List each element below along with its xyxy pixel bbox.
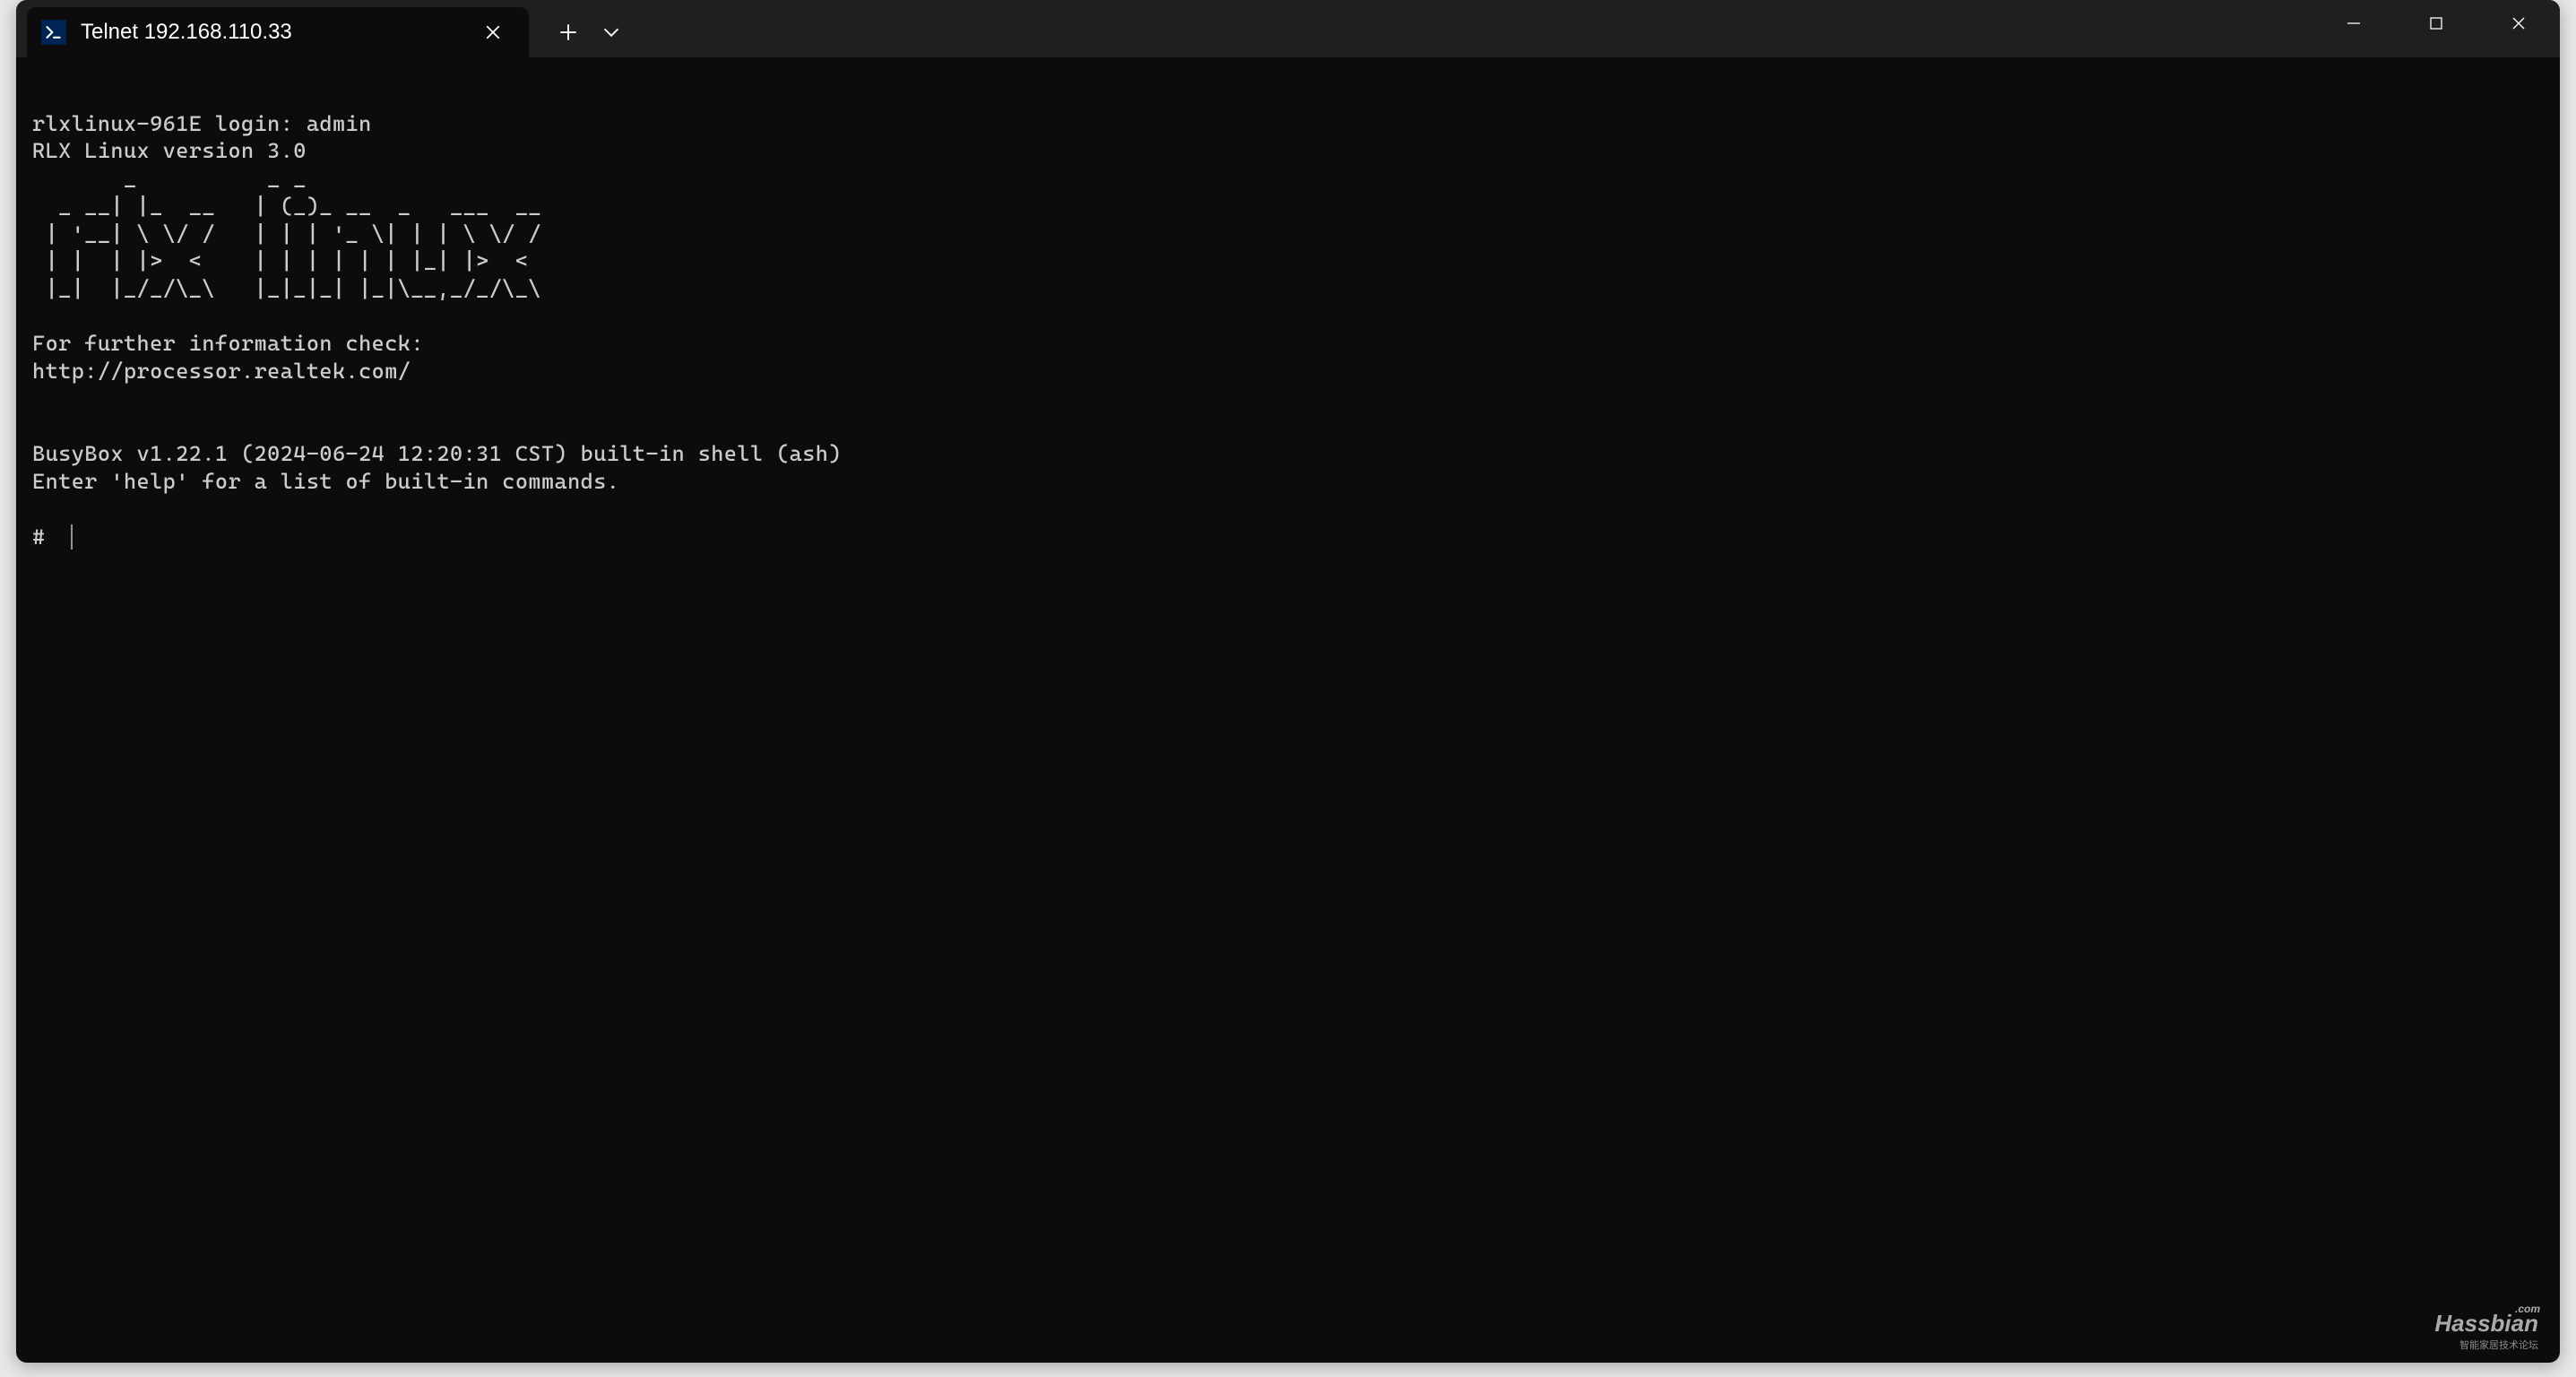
dropdown-button[interactable] bbox=[590, 11, 633, 54]
window-controls bbox=[2312, 0, 2560, 47]
prompt-symbol: # bbox=[32, 524, 58, 551]
terminal-window: Telnet 192.168.110.33 bbox=[16, 0, 2560, 1363]
version-line: RLX Linux version 3.0 bbox=[32, 138, 307, 163]
maximize-button[interactable] bbox=[2395, 0, 2477, 47]
close-window-button[interactable] bbox=[2477, 0, 2560, 47]
tab-title: Telnet 192.168.110.33 bbox=[81, 20, 425, 45]
cursor-icon bbox=[71, 524, 73, 550]
prompt-line: # bbox=[32, 524, 2544, 551]
watermark: Hassbian .com 智能家居技术论坛 bbox=[2434, 1310, 2538, 1352]
help-line: Enter 'help' for a list of built-in comm… bbox=[32, 469, 619, 494]
ascii-art: _ _ _ _ __| |_ __ | (_)_ __ _ ___ __ | '… bbox=[32, 166, 541, 301]
info-line-1: For further information check: bbox=[32, 331, 424, 356]
minimize-button[interactable] bbox=[2312, 0, 2395, 47]
busybox-line: BusyBox v1.22.1 (2024-06-24 12:20:31 CST… bbox=[32, 441, 842, 466]
terminal-content[interactable]: rlxlinux-961E login: admin RLX Linux ver… bbox=[16, 57, 2560, 576]
tab-close-button[interactable] bbox=[479, 18, 507, 47]
new-tab-button[interactable] bbox=[547, 11, 590, 54]
info-line-2: http://processor.realtek.com/ bbox=[32, 359, 411, 384]
powershell-icon bbox=[41, 20, 66, 45]
login-line: rlxlinux-961E login: admin bbox=[32, 111, 372, 136]
tab-area: Telnet 192.168.110.33 bbox=[16, 0, 633, 57]
watermark-subtitle: 智能家居技术论坛 bbox=[2434, 1338, 2538, 1352]
tab-telnet[interactable]: Telnet 192.168.110.33 bbox=[27, 7, 529, 57]
watermark-suffix: .com bbox=[2515, 1303, 2540, 1315]
titlebar: Telnet 192.168.110.33 bbox=[16, 0, 2560, 57]
watermark-main: Hassbian .com bbox=[2434, 1310, 2538, 1338]
